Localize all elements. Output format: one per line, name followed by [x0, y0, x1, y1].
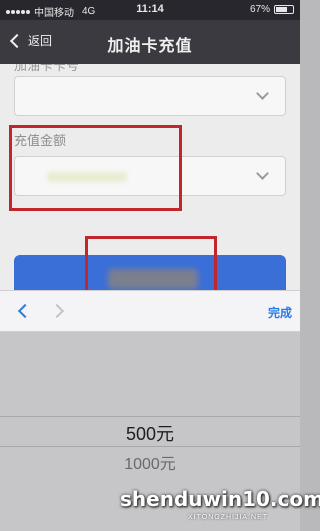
done-button[interactable]: 完成 — [268, 304, 292, 321]
previous-field-icon[interactable] — [17, 303, 33, 319]
picker-divider-bottom — [0, 446, 300, 447]
card-number-select[interactable] — [14, 76, 286, 116]
picker-toolbar: 完成 — [0, 290, 300, 332]
navigation-bar: 返回 加油卡充值 — [0, 20, 300, 64]
battery-percent: 67% — [249, 4, 270, 15]
watermark-subtext: XITONGZHIJIA.NET — [188, 514, 269, 521]
picker-option[interactable]: 1000元 — [0, 450, 300, 474]
battery-icon — [274, 5, 294, 14]
highlight-box-amount — [9, 125, 182, 211]
chevron-down-icon — [256, 87, 269, 100]
picker-option-selected[interactable]: 500元 — [0, 420, 300, 446]
chevron-down-icon — [256, 167, 269, 180]
site-watermark: shenduwin10.com XITONGZHIJIA.NET — [120, 480, 320, 526]
battery-fill — [276, 7, 287, 12]
next-field-icon[interactable] — [49, 303, 65, 319]
status-right: 67% — [250, 4, 294, 15]
picker-divider-top — [0, 416, 300, 417]
watermark-text: shenduwin10.com — [120, 487, 320, 511]
page-title: 加油卡充值 — [107, 38, 193, 55]
status-bar: 中国移动 4G 11:14 67% — [0, 0, 300, 20]
card-number-label: 加油卡卡号 — [14, 64, 80, 73]
